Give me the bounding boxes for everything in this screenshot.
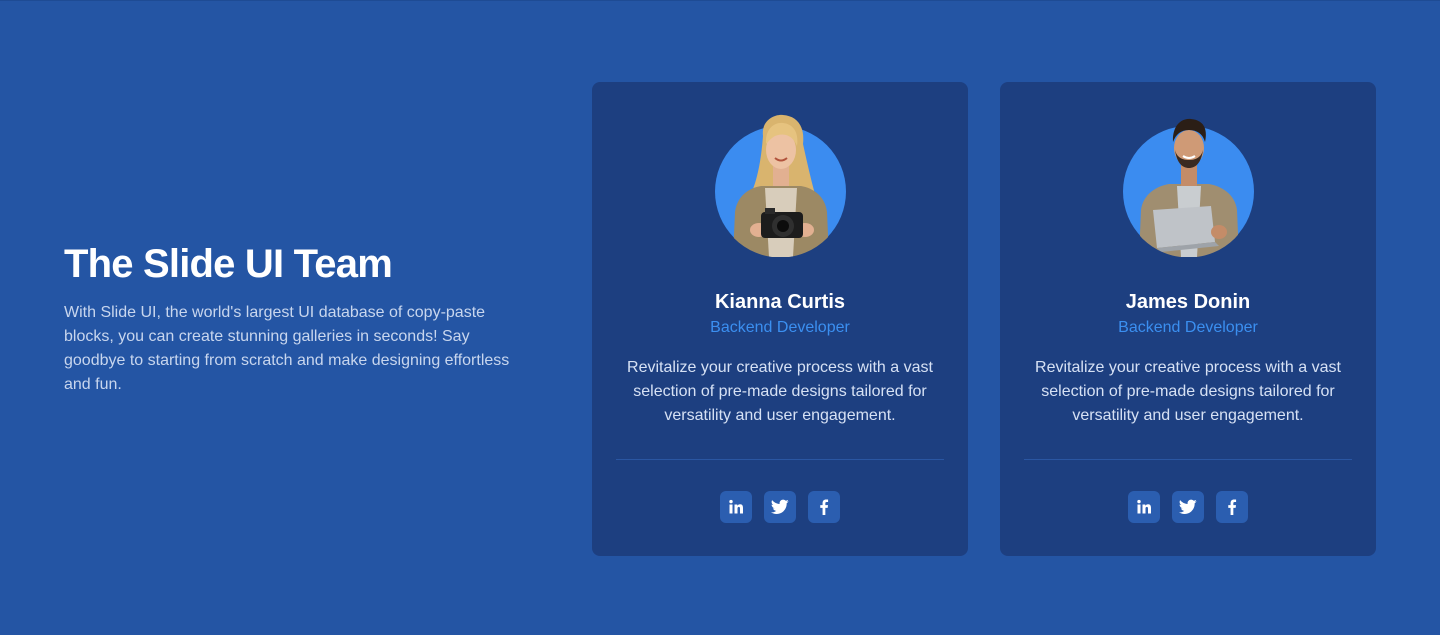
linkedin-button[interactable] bbox=[720, 491, 752, 523]
facebook-icon bbox=[820, 499, 829, 515]
member-name: Kianna Curtis bbox=[714, 291, 846, 313]
twitter-icon bbox=[771, 499, 789, 514]
member-bio: Revitalize your creative process with a … bbox=[627, 359, 933, 424]
facebook-button[interactable] bbox=[1216, 491, 1248, 523]
twitter-icon bbox=[1179, 499, 1197, 514]
avatar bbox=[715, 114, 846, 257]
member-bio: Revitalize your creative process with a … bbox=[1035, 359, 1341, 424]
avatar bbox=[1123, 118, 1254, 257]
linkedin-icon bbox=[729, 499, 743, 514]
twitter-button[interactable] bbox=[764, 491, 796, 523]
linkedin-button[interactable] bbox=[1128, 491, 1160, 523]
divider bbox=[1024, 459, 1352, 460]
team-section: The Slide UI Team With Slide UI, the wor… bbox=[0, 0, 1440, 635]
woman-with-camera-photo bbox=[733, 114, 829, 257]
team-member-card: Kianna Curtis Backend Developer Revitali… bbox=[592, 82, 968, 556]
social-links bbox=[592, 491, 968, 523]
facebook-button[interactable] bbox=[808, 491, 840, 523]
section-title: The Slide UI Team bbox=[64, 242, 393, 286]
divider bbox=[616, 459, 944, 460]
section-description: With Slide UI, the world's largest UI da… bbox=[64, 304, 510, 393]
facebook-icon bbox=[1228, 499, 1237, 515]
social-links bbox=[1000, 491, 1376, 523]
member-role: Backend Developer bbox=[710, 319, 850, 336]
man-with-laptop-photo bbox=[1139, 118, 1239, 257]
linkedin-icon bbox=[1137, 499, 1151, 514]
team-intro: The Slide UI Team With Slide UI, the wor… bbox=[64, 239, 534, 397]
twitter-button[interactable] bbox=[1172, 491, 1204, 523]
member-name: James Donin bbox=[1125, 291, 1251, 313]
team-member-card: James Donin Backend Developer Revitalize… bbox=[1000, 82, 1376, 556]
member-role: Backend Developer bbox=[1118, 319, 1258, 336]
